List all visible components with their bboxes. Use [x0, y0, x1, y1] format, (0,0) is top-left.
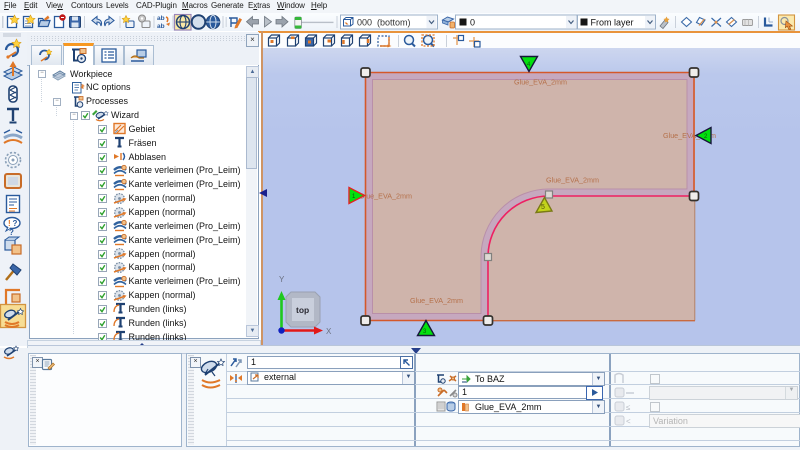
svg-text:ab: ab [157, 15, 165, 22]
svg-text:<: < [626, 417, 631, 426]
svg-text:?: ? [9, 228, 14, 237]
svg-text:ab: ab [157, 23, 165, 30]
svg-text:≤: ≤ [626, 403, 631, 412]
svg-text:?: ? [13, 219, 18, 228]
svg-text:top: top [296, 305, 309, 315]
svg-text:From layer: From layer [591, 18, 634, 28]
svg-text:!: ! [8, 219, 11, 228]
svg-text:Glue_EVA_2mm: Glue_EVA_2mm [514, 78, 567, 87]
svg-text:Y: Y [279, 275, 285, 284]
svg-text:X: X [326, 327, 332, 336]
svg-text:5: 5 [541, 204, 545, 211]
svg-text:000 (bottom): 000 (bottom) [357, 18, 411, 28]
svg-text:Glue_EVA_2mm: Glue_EVA_2mm [410, 296, 463, 305]
svg-text:Glue_EVA_2mm: Glue_EVA_2mm [546, 176, 599, 185]
svg-text:0: 0 [470, 18, 475, 28]
svg-text:Glue_EVA_2mm: Glue_EVA_2mm [359, 192, 412, 201]
